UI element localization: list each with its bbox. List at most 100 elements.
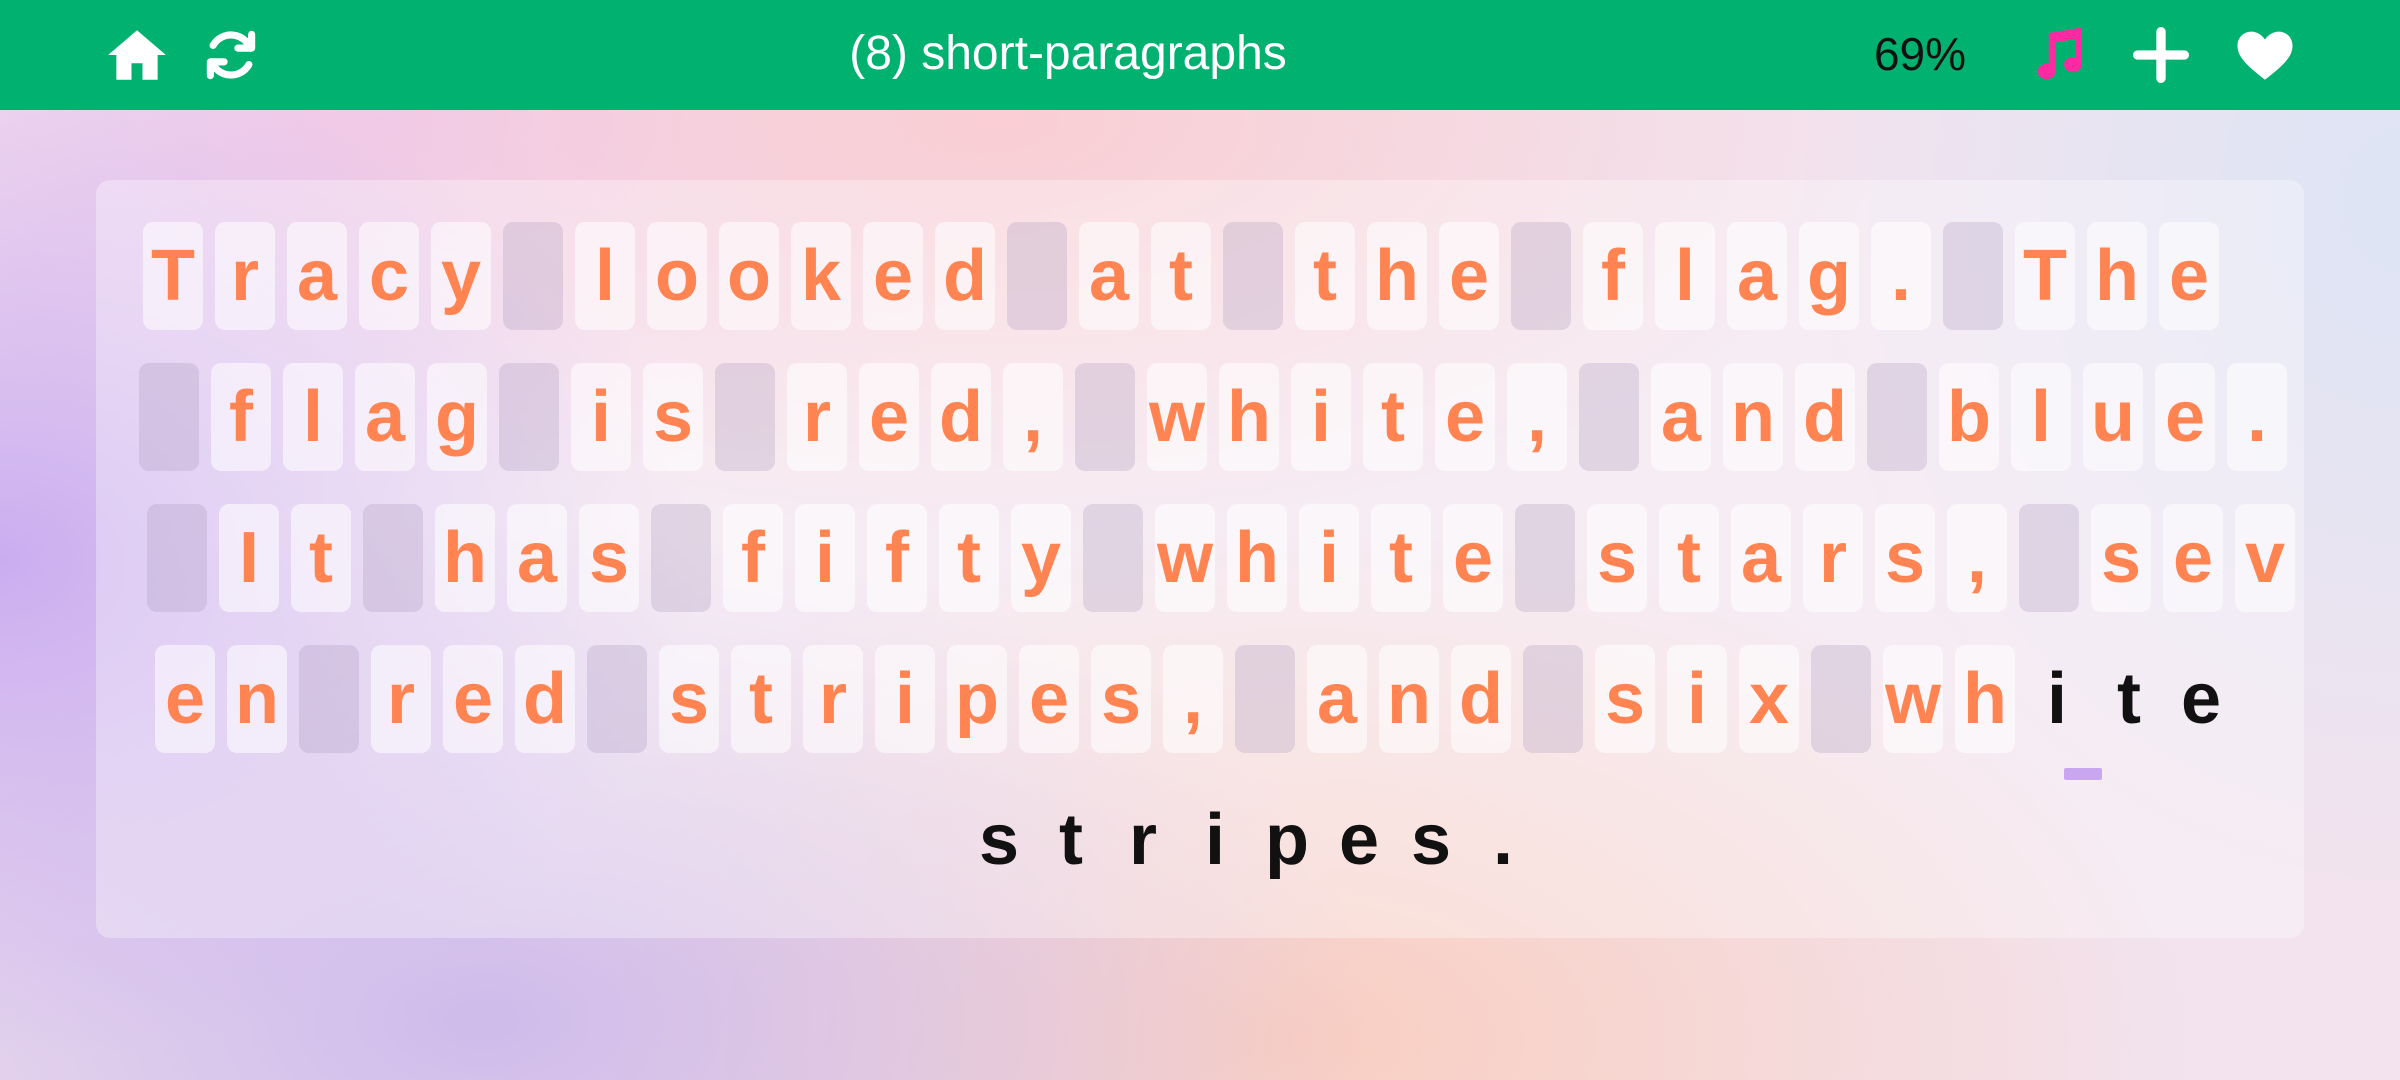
char-tile: o bbox=[644, 222, 710, 330]
char-tile: i bbox=[1296, 504, 1362, 612]
space-tile bbox=[1808, 645, 1874, 753]
space-tile bbox=[136, 363, 202, 471]
char-tile: k bbox=[788, 222, 854, 330]
char-tile: e bbox=[1440, 504, 1506, 612]
char-tile: a bbox=[1728, 504, 1794, 612]
char-tile: e bbox=[2156, 222, 2222, 330]
plus-icon[interactable] bbox=[2128, 22, 2194, 88]
char-tile: h bbox=[2084, 222, 2150, 330]
space-tile bbox=[1520, 645, 1586, 753]
char-tile: s bbox=[1410, 800, 1452, 880]
char-tile: r bbox=[212, 222, 278, 330]
space-tile bbox=[296, 645, 362, 753]
space-tile bbox=[648, 504, 714, 612]
char-tile: x bbox=[1736, 645, 1802, 753]
heart-icon[interactable] bbox=[2232, 22, 2298, 88]
char-tile: i bbox=[1288, 363, 1354, 471]
char-tile: i bbox=[1664, 645, 1730, 753]
char-tile: h bbox=[1216, 363, 1282, 471]
space-tile bbox=[1576, 363, 1642, 471]
char-tile: , bbox=[1000, 363, 1066, 471]
char-tile: s bbox=[2088, 504, 2154, 612]
char-tile: I bbox=[216, 504, 282, 612]
char-tile: d bbox=[1448, 645, 1514, 753]
char-tile: e bbox=[2160, 504, 2226, 612]
space-tile bbox=[1232, 645, 1298, 753]
char-tile: . bbox=[1492, 800, 1513, 880]
char-tile: a bbox=[284, 222, 350, 330]
char-tile: r bbox=[1128, 800, 1158, 880]
char-tile: t bbox=[1360, 363, 1426, 471]
passage-line: enredstripes,andsixwhite bbox=[152, 645, 2240, 753]
char-tile: f bbox=[720, 504, 786, 612]
char-tile: a bbox=[504, 504, 570, 612]
space-tile bbox=[1940, 222, 2006, 330]
char-tile: y bbox=[428, 222, 494, 330]
space-tile bbox=[1512, 504, 1578, 612]
char-tile: i bbox=[568, 363, 634, 471]
char-tile: , bbox=[1160, 645, 1226, 753]
char-tile: h bbox=[1224, 504, 1290, 612]
char-tile: r bbox=[1800, 504, 1866, 612]
space-tile bbox=[1004, 222, 1070, 330]
char-tile: o bbox=[716, 222, 782, 330]
char-tile: n bbox=[1376, 645, 1442, 753]
char-tile: v bbox=[2232, 504, 2298, 612]
char-tile: a bbox=[1724, 222, 1790, 330]
passage-line: Tracylookedattheflag.The bbox=[140, 222, 2228, 330]
space-tile bbox=[1220, 222, 1286, 330]
char-tile: i bbox=[2046, 659, 2067, 739]
space-tile bbox=[144, 504, 210, 612]
char-tile: r bbox=[368, 645, 434, 753]
char-tile: t bbox=[288, 504, 354, 612]
space-tile bbox=[496, 363, 562, 471]
char-tile: t bbox=[1368, 504, 1434, 612]
music-note-icon[interactable] bbox=[2024, 22, 2090, 88]
char-tile: w bbox=[1144, 363, 1210, 471]
char-tile: t bbox=[1148, 222, 1214, 330]
char-tile: r bbox=[784, 363, 850, 471]
char-tile: s bbox=[576, 504, 642, 612]
char-tile: , bbox=[1944, 504, 2010, 612]
char-tile: y bbox=[1008, 504, 1074, 612]
passage-line: flagisred,white,andblue. bbox=[136, 363, 2296, 471]
char-tile: s bbox=[656, 645, 722, 753]
char-tile: n bbox=[1720, 363, 1786, 471]
char-tile: b bbox=[1936, 363, 2002, 471]
char-tile: h bbox=[1364, 222, 1430, 330]
char-tile: s bbox=[1584, 504, 1650, 612]
char-tile: p bbox=[944, 645, 1010, 753]
char-tile: i bbox=[792, 504, 858, 612]
char-tile: l bbox=[1652, 222, 1718, 330]
char-tile: e bbox=[1432, 363, 1498, 471]
space-tile bbox=[360, 504, 426, 612]
space-tile bbox=[500, 222, 566, 330]
progress-percent: 69% bbox=[1873, 28, 1967, 80]
char-tile: t bbox=[936, 504, 1002, 612]
char-tile: T bbox=[2012, 222, 2078, 330]
char-tile: t bbox=[1656, 504, 1722, 612]
top-bar: (8) short-paragraphs 69% bbox=[0, 0, 2400, 110]
char-tile: e bbox=[2152, 363, 2218, 471]
passage-line: Ithasfiftywhitestars,sev bbox=[144, 504, 2304, 612]
char-tile: e bbox=[152, 645, 218, 753]
char-tile: d bbox=[932, 222, 998, 330]
char-tile: g bbox=[1796, 222, 1862, 330]
char-tile: t bbox=[1292, 222, 1358, 330]
space-tile bbox=[1864, 363, 1930, 471]
char-tile: h bbox=[432, 504, 498, 612]
char-tile: f bbox=[208, 363, 274, 471]
char-tile: e bbox=[1436, 222, 1502, 330]
char-tile: u bbox=[2080, 363, 2146, 471]
char-tile: l bbox=[572, 222, 638, 330]
char-tile: l bbox=[280, 363, 346, 471]
char-tile: s bbox=[1872, 504, 1938, 612]
char-tile: s bbox=[978, 800, 1020, 880]
char-tile: d bbox=[928, 363, 994, 471]
char-tile: l bbox=[2008, 363, 2074, 471]
char-tile: s bbox=[1592, 645, 1658, 753]
char-tile: T bbox=[140, 222, 206, 330]
char-tile: a bbox=[1648, 363, 1714, 471]
char-tile: e bbox=[856, 363, 922, 471]
char-tile: a bbox=[352, 363, 418, 471]
